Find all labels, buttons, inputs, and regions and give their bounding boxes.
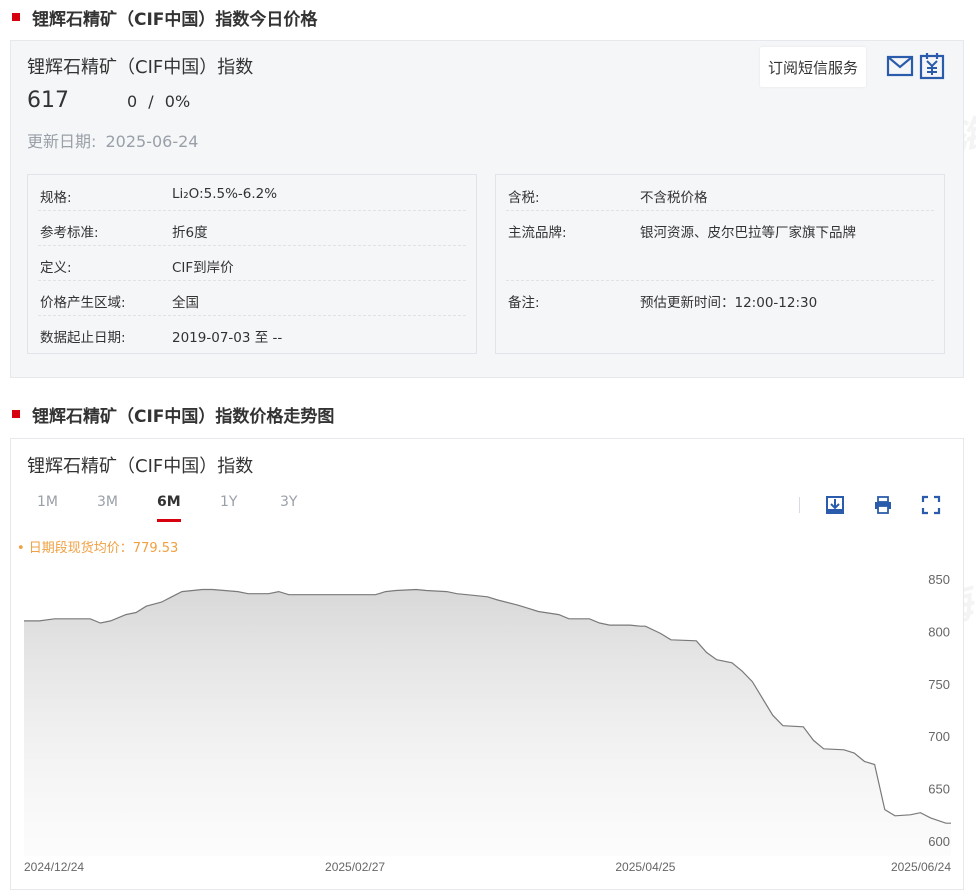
y-tick-label: 650: [928, 782, 950, 797]
spec-row: 主流品牌: 银河资源、皮尔巴拉等厂家旗下品牌: [506, 211, 934, 281]
section-title-trend: 锂辉石精矿（CIF中国）指数价格走势图: [12, 403, 335, 427]
spec-row: 数据起止日期: 2019-07-03 至 --: [38, 316, 466, 352]
series-area: [24, 589, 951, 856]
section-title-text: 锂辉石精矿（CIF中国）指数今日价格: [32, 9, 318, 30]
sms-subscribe-button[interactable]: 订阅短信服务: [760, 47, 867, 87]
spec-key: 数据起止日期:: [40, 330, 126, 346]
section-marker: [12, 13, 20, 21]
spec-row: 含税: 不含税价格: [506, 175, 934, 211]
price-change: 0 / 0%: [127, 92, 190, 111]
spec-row: 定义: CIF到岸价: [38, 246, 466, 281]
spec-table-left: 规格: Li₂O:5.5%-6.2% 参考标准: 折6度 定义: CIF到岸价 …: [27, 174, 477, 354]
y-tick-label: 800: [928, 624, 950, 639]
current-price: 617: [27, 88, 69, 113]
spec-value: CIF到岸价: [172, 260, 234, 276]
spec-value: 全国: [172, 295, 199, 311]
spec-value: Li₂O:5.5%-6.2%: [172, 186, 278, 202]
spec-table-right: 含税: 不含税价格 主流品牌: 银河资源、皮尔巴拉等厂家旗下品牌 备注: 预估更…: [495, 174, 945, 354]
x-tick-label: 2025/04/25: [615, 860, 675, 874]
spec-value: 银河资源、皮尔巴拉等厂家旗下品牌: [640, 225, 856, 241]
mail-icon[interactable]: [885, 51, 915, 81]
change-percent: 0%: [164, 92, 191, 111]
spec-key: 规格:: [40, 190, 72, 206]
section-marker: [12, 410, 20, 418]
change-value: 0: [127, 92, 138, 111]
spec-value: 折6度: [172, 225, 208, 241]
index-name: 锂辉石精矿（CIF中国）指数: [27, 57, 254, 78]
spec-key: 价格产生区域:: [40, 295, 126, 311]
y-tick-label: 600: [928, 834, 950, 849]
y-tick-label: 750: [928, 677, 950, 692]
spec-key: 参考标准:: [40, 225, 99, 241]
yuan-calendar-icon[interactable]: [917, 51, 947, 81]
spec-value: 不含税价格: [640, 190, 708, 206]
x-tick-label: 2025/02/27: [325, 860, 385, 874]
spec-row: 备注: 预估更新时间：12:00-12:30: [506, 281, 934, 351]
spec-value: 预估更新时间：12:00-12:30: [640, 295, 818, 311]
spec-value: 2019-07-03 至 --: [172, 330, 283, 346]
update-date-value: 2025-06-24: [105, 132, 199, 151]
x-tick-label: 2025/06/24: [891, 860, 951, 874]
update-date: 更新日期: 2025-06-24: [27, 128, 202, 152]
spec-row: 参考标准: 折6度: [38, 211, 466, 246]
spec-key: 备注:: [508, 295, 540, 311]
price-card: 锂辉石精矿（CIF中国）指数 617 0 / 0% 更新日期: 2025-06-…: [10, 40, 964, 378]
spec-key: 定义:: [40, 260, 72, 276]
x-tick-label: 2024/12/24: [24, 860, 84, 874]
change-separator: /: [148, 92, 154, 111]
section-title-text: 锂辉石精矿（CIF中国）指数价格走势图: [32, 406, 335, 427]
spec-row: 规格: Li₂O:5.5%-6.2%: [38, 175, 466, 211]
section-title-today-price: 锂辉石精矿（CIF中国）指数今日价格: [12, 6, 318, 30]
y-tick-label: 700: [928, 729, 950, 744]
spec-key: 主流品牌:: [508, 225, 567, 241]
spec-key: 含税:: [508, 190, 540, 206]
price-chart: 600 650 700 750 800 850 2024/12/24 2025/02/27 2…: [24, 572, 951, 874]
chart-card: 锂辉石精矿（CIF中国）指数 1M 3M 6M 1Y 3Y • 日期段现货均价：…: [10, 438, 964, 890]
y-tick-label: 850: [928, 572, 950, 587]
update-date-label: 更新日期:: [27, 132, 97, 151]
spec-row: 价格产生区域: 全国: [38, 281, 466, 316]
